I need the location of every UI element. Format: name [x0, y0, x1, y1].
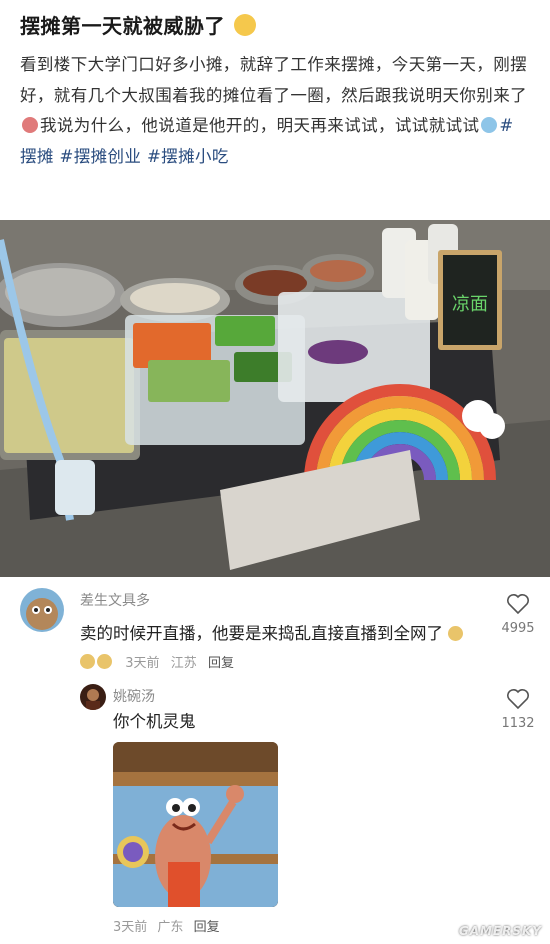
replier-name[interactable]: 姚碗汤	[113, 686, 155, 706]
commenter-avatar[interactable]	[20, 588, 64, 632]
post-body: 看到楼下大学门口好多小摊，就辞了工作来摆摊，今天第一天，刚摆好，就有几个大叔围着…	[20, 50, 530, 172]
replier-avatar[interactable]	[80, 684, 106, 710]
pleading-face-emoji	[234, 14, 257, 36]
dog-emoji	[97, 654, 112, 669]
reply-meta: 3天前 广东 回复	[113, 916, 220, 935]
like-count: 4995	[501, 621, 535, 636]
post-body-text-1: 看到楼下大学门口好多小摊，就辞了工作来摆摊，今天第一天，刚摆好，就有几个大叔围着…	[20, 55, 527, 105]
reply-time: 3天前	[113, 920, 148, 935]
reply-like-button[interactable]: 1132	[498, 688, 538, 731]
post-title: 摆摊第一天就被威胁了	[20, 10, 257, 39]
comment-body: 卖的时候开直播，他要是来捣乱直接直播到全网了	[80, 624, 443, 643]
reply-location: 广东	[157, 920, 184, 935]
hashtag-3[interactable]: #摆摊小吃	[147, 147, 229, 166]
hashtag-2[interactable]: #摆摊创业	[59, 147, 141, 166]
post-photo[interactable]: 凉面	[0, 220, 550, 577]
post-title-text: 摆摊第一天就被威胁了	[20, 14, 225, 38]
person-avatar-icon	[86, 689, 100, 710]
reply-button[interactable]: 回复	[208, 656, 234, 671]
food-cart-photo: 凉面	[0, 220, 550, 577]
comment-location: 江苏	[170, 656, 197, 671]
comment-text: 卖的时候开直播，他要是来捣乱直接直播到全网了 3天前 江苏 回复	[80, 620, 480, 678]
spongebob-fish-sticker[interactable]	[113, 742, 278, 907]
reply-like-count: 1132	[501, 716, 535, 731]
chalkboard-sign: 凉面	[452, 294, 488, 315]
sloth-avatar-icon	[26, 598, 58, 630]
dog-emoji	[80, 654, 95, 669]
reply-reply-button[interactable]: 回复	[194, 920, 220, 935]
pig-emoji	[22, 117, 38, 133]
commenter-name[interactable]: 差生文具多	[80, 590, 150, 610]
sweat-emoji	[481, 117, 498, 133]
fish-sticker-image	[113, 742, 278, 907]
watermark: GAMERSKY	[458, 924, 542, 938]
post-body-text-2: 我说为什么，他说道是他开的，明天再来试试，试试就试试	[40, 116, 480, 135]
dog-emoji	[448, 626, 464, 641]
comment-time: 3天前	[125, 656, 160, 671]
heart-icon	[507, 689, 529, 710]
heart-icon	[507, 594, 529, 615]
reply-text: 你个机灵鬼	[113, 712, 196, 731]
like-button[interactable]: 4995	[498, 593, 538, 636]
